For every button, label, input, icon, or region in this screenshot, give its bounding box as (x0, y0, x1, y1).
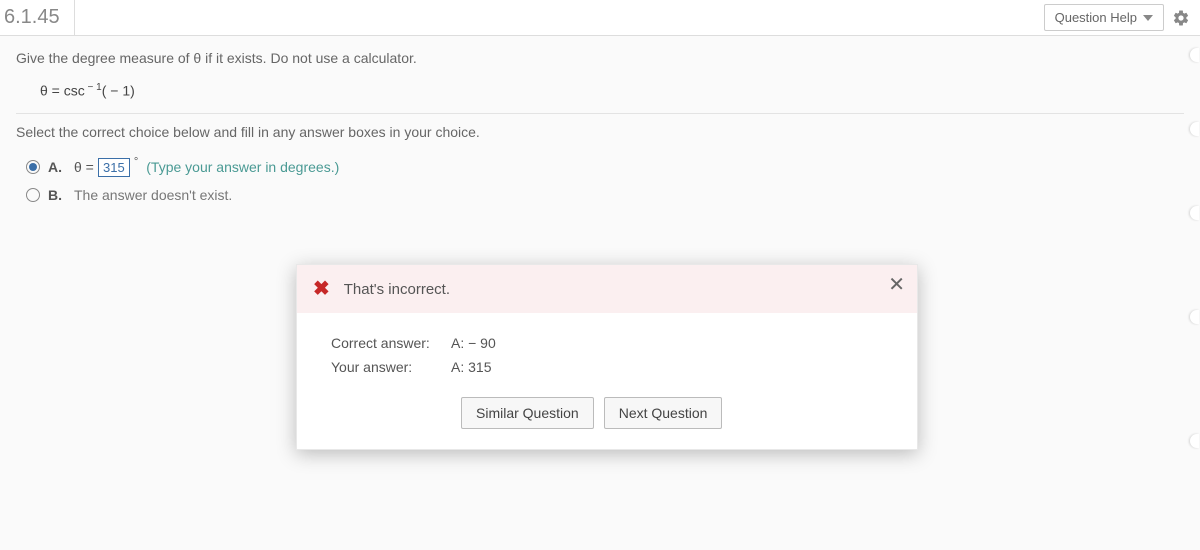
theta-input[interactable] (98, 158, 130, 177)
feedback-title: That's incorrect. (344, 281, 450, 298)
radio-b[interactable] (26, 188, 40, 202)
next-question-button[interactable]: Next Question (604, 397, 723, 429)
choice-a-letter: A. (48, 159, 66, 175)
gear-icon[interactable] (1172, 9, 1190, 27)
close-icon[interactable]: ✕ (888, 275, 905, 295)
similar-question-button[interactable]: Similar Question (461, 397, 594, 429)
question-header: 6.1.45 Question Help (0, 0, 1200, 36)
feedback-panel: ✖ That's incorrect. ✕ Correct answer: A:… (296, 264, 918, 450)
your-answer-label: Your answer: (331, 359, 441, 375)
equation: θ = csc − 1( − 1) (16, 76, 1184, 113)
right-edge-decor (1190, 36, 1200, 550)
choice-b-letter: B. (48, 187, 66, 203)
radio-a[interactable] (26, 160, 40, 174)
feedback-header: ✖ That's incorrect. ✕ (297, 265, 917, 313)
choice-a-prefix: θ = (74, 159, 94, 175)
choice-b-text: The answer doesn't exist. (74, 187, 232, 203)
choice-b: B. The answer doesn't exist. (26, 187, 1184, 203)
choice-a: A. θ = ° (Type your answer in degrees.) (26, 158, 1184, 177)
degree-symbol: ° (134, 156, 138, 168)
feedback-body: Correct answer: A: − 90 Your answer: A: … (297, 313, 917, 449)
question-help-button[interactable]: Question Help (1044, 4, 1164, 31)
chevron-down-icon (1143, 15, 1153, 21)
question-content: Give the degree measure of θ if it exist… (0, 36, 1200, 227)
question-help-label: Question Help (1055, 10, 1137, 25)
your-answer-value: A: 315 (451, 359, 491, 375)
correct-answer-label: Correct answer: (331, 335, 441, 351)
choice-a-hint: (Type your answer in degrees.) (146, 159, 339, 175)
correct-answer-value: A: − 90 (451, 335, 496, 351)
divider (16, 113, 1184, 114)
incorrect-x-icon: ✖ (313, 279, 330, 299)
select-prompt: Select the correct choice below and fill… (16, 124, 1184, 140)
question-prompt: Give the degree measure of θ if it exist… (16, 50, 1184, 66)
question-number: 6.1.45 (0, 0, 75, 35)
